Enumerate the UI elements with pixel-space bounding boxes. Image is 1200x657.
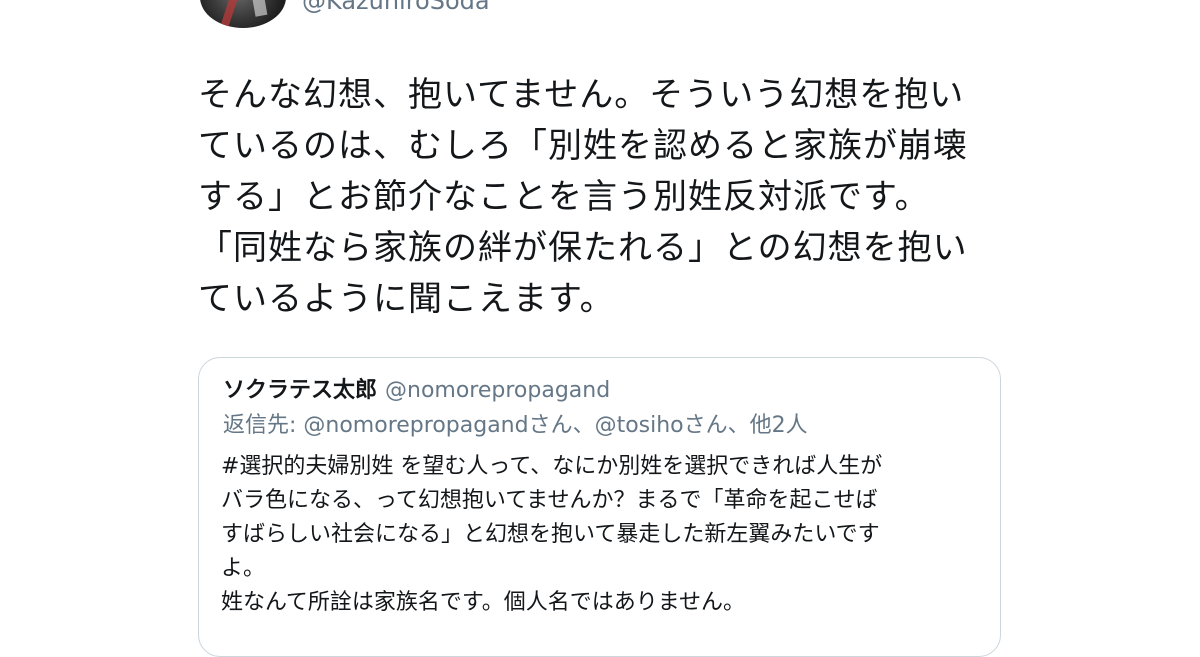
tweet-text-line: そんな幻想、抱いてません。そういう幻想を抱い (198, 75, 965, 115)
reply-to-line: 返信先: @nomorepropagandさん、@tosihoさん、他2人 (223, 413, 808, 438)
author-avatar[interactable] (200, 0, 286, 28)
quoted-tweet-card[interactable]: ソクラテス太郎 @nomorepropagand 返信先: @nomoreprop… (198, 357, 1001, 657)
avatar-photo-detail (220, 0, 248, 28)
tweet-text: そんな幻想、抱いてません。そういう幻想を抱い ているのは、むしろ「別姓を認めると… (198, 70, 1018, 325)
quoted-text-line: すばらしい社会になる」と幻想を抱いて暴走した新左翼みたいです (221, 522, 880, 547)
quoted-author-name[interactable]: ソクラテス太郎 (223, 378, 377, 403)
tweet-text-line: ているように聞こえます。 (198, 279, 615, 319)
quoted-text-line: バラ色になる、って幻想抱いてませんか？まるで「革命を起こせば (221, 488, 878, 513)
avatar-photo-detail (248, 0, 268, 17)
quoted-tweet-text: #選択的夫婦別姓 を望む人って、なにか別姓を選択できれば人生が バラ色になる、っ… (221, 450, 981, 620)
quoted-text-line: #選択的夫婦別姓 を望む人って、なにか別姓を選択できれば人生が (221, 454, 883, 479)
author-handle[interactable]: @KazuhiroSoda (302, 0, 490, 16)
quoted-text-line: 姓なんて所詮は家族名です。個人名ではありません。 (221, 590, 746, 615)
quoted-tweet-header: ソクラテス太郎 @nomorepropagand (223, 376, 610, 406)
quoted-author-handle[interactable]: @nomorepropagand (385, 378, 610, 403)
tweet-text-line: ているのは、むしろ「別姓を認めると家族が崩壊 (198, 126, 968, 166)
tweet-text-line: 「同姓なら家族の絆が保たれる」との幻想を抱い (198, 228, 968, 268)
tweet-text-line: する」とお節介なことを言う別姓反対派です。 (198, 177, 930, 217)
quoted-text-line: よ。 (221, 556, 266, 581)
